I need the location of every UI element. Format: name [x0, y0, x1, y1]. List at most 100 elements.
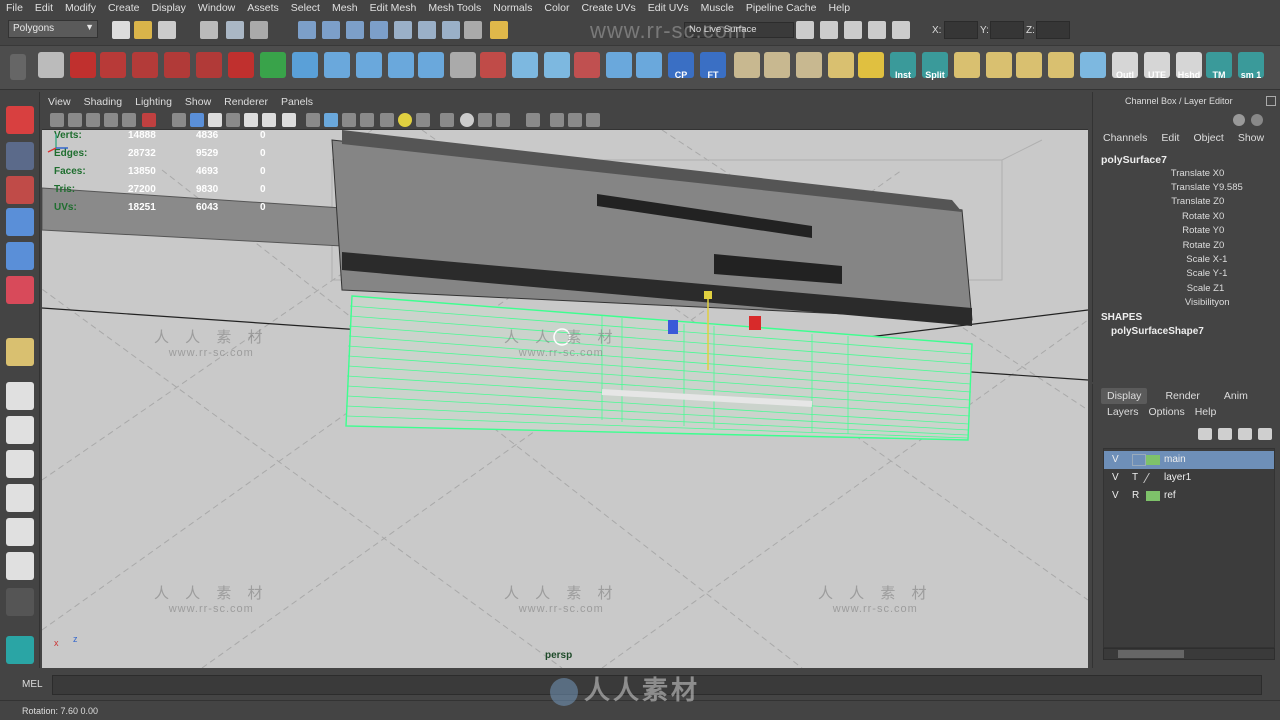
menu-pipeline-cache[interactable]: Pipeline Cache [746, 2, 817, 14]
shelf-tool-7-icon[interactable] [228, 52, 254, 78]
tab-render[interactable]: Render [1159, 388, 1205, 404]
float-panel-icon[interactable] [1266, 96, 1276, 106]
layout-outliner-icon[interactable] [6, 450, 34, 478]
menu-assets[interactable]: Assets [247, 2, 279, 14]
shelf-tool-27-icon[interactable] [858, 52, 884, 78]
shelf-tool-20-icon[interactable] [636, 52, 662, 78]
attr-translate-y[interactable]: Translate Y 9.585 [1101, 182, 1277, 196]
layer-visibility-toggle[interactable]: V [1112, 454, 1119, 465]
menu-display[interactable]: Display [151, 2, 185, 14]
cb-menu-show[interactable]: Show [1238, 132, 1264, 144]
grid-icon[interactable] [172, 113, 186, 127]
shelf-tool-18-icon[interactable] [574, 52, 600, 78]
attr-visibility[interactable]: Visibility on [1101, 297, 1277, 311]
perspective-viewport[interactable]: Verts: 14888 4836 0 Edges: 28732 9529 0 … [42, 130, 1088, 668]
depth-of-field-icon[interactable] [496, 113, 510, 127]
new-layer-icon[interactable] [1238, 428, 1252, 440]
shadows-icon[interactable] [416, 113, 430, 127]
image-plane-icon[interactable] [104, 113, 118, 127]
menu-muscle[interactable]: Muscle [701, 2, 734, 14]
shelf-tool-31-icon[interactable] [986, 52, 1012, 78]
layout-hypershade-icon[interactable] [6, 518, 34, 546]
motion-blur-icon[interactable] [460, 113, 474, 127]
ambient-occlusion-icon[interactable] [440, 113, 454, 127]
menu-edit-mesh[interactable]: Edit Mesh [370, 2, 417, 14]
select-tool-icon[interactable] [6, 106, 34, 134]
select-component-icon[interactable] [250, 21, 268, 39]
multisample-icon[interactable] [478, 113, 492, 127]
menu-mesh-tools[interactable]: Mesh Tools [428, 2, 481, 14]
attr-scale-x[interactable]: Scale X -1 [1101, 254, 1277, 268]
two-d-pan-icon[interactable] [122, 113, 136, 127]
xray-joints-icon[interactable] [568, 113, 582, 127]
layer-type-toggle[interactable]: T [1132, 472, 1138, 483]
layer-color-swatch[interactable] [1146, 491, 1160, 501]
attr-value[interactable]: 0 [1219, 196, 1224, 207]
smooth-shade-icon[interactable] [324, 113, 338, 127]
attr-translate-x[interactable]: Translate X0 [1101, 168, 1277, 182]
shelf-tool-1-icon[interactable] [38, 52, 64, 78]
panel-menu-shading[interactable]: Shading [84, 96, 123, 108]
panel-menu-view[interactable]: View [48, 96, 71, 108]
shelf-tool-13-icon[interactable] [418, 52, 444, 78]
shelf-tool-4-icon[interactable] [132, 52, 158, 78]
layer-color-swatch[interactable] [1146, 455, 1160, 465]
attr-scale-y[interactable]: Scale Y -1 [1101, 268, 1277, 282]
manipulator-x-handle[interactable] [749, 316, 761, 330]
use-lights-icon[interactable] [398, 113, 412, 127]
z-field[interactable] [1036, 21, 1070, 39]
shelf-tool-26-icon[interactable] [828, 52, 854, 78]
cb-menu-channels[interactable]: Channels [1103, 132, 1147, 144]
selected-object-name[interactable]: polySurface7 [1101, 154, 1167, 166]
snap-point-icon[interactable] [346, 21, 364, 39]
wireframe-icon[interactable] [306, 113, 320, 127]
menu-edit[interactable]: Edit [35, 2, 53, 14]
grease-pencil-icon[interactable] [142, 113, 156, 127]
layout-custom-icon[interactable] [6, 588, 34, 616]
shelf-tool-6-icon[interactable] [196, 52, 222, 78]
shelf-tool-25-icon[interactable] [796, 52, 822, 78]
question-icon[interactable] [464, 21, 482, 39]
safe-action-icon[interactable] [262, 113, 276, 127]
manipulator-y-handle[interactable] [704, 291, 712, 299]
shelf-tool-17-icon[interactable] [544, 52, 570, 78]
layer-color-swatch[interactable] [1143, 473, 1163, 483]
shelf-tool-15-icon[interactable] [480, 52, 506, 78]
save-scene-icon[interactable] [158, 21, 176, 39]
manipulator-z-handle[interactable] [668, 320, 678, 334]
attr-rotate-z[interactable]: Rotate Z0 [1101, 240, 1277, 254]
attr-value[interactable]: -1 [1219, 254, 1227, 265]
tab-anim[interactable]: Anim [1218, 388, 1254, 404]
panel-menu-show[interactable]: Show [185, 96, 211, 108]
move-layer-down-icon[interactable] [1218, 428, 1232, 440]
move-tool-icon[interactable] [6, 208, 34, 236]
rotate-tool-icon[interactable] [6, 242, 34, 270]
attr-translate-z[interactable]: Translate Z0 [1101, 196, 1277, 210]
layer-row-ref[interactable]: V R ref [1104, 487, 1274, 505]
render-current-icon[interactable] [820, 21, 838, 39]
layer-name[interactable]: main [1164, 454, 1186, 465]
snap-view-plane-icon[interactable] [370, 21, 388, 39]
shelf-tool-2-icon[interactable] [70, 52, 96, 78]
field-chart-icon[interactable] [244, 113, 258, 127]
y-field[interactable] [990, 21, 1024, 39]
render-view-icon[interactable] [796, 21, 814, 39]
menu-edit-uvs[interactable]: Edit UVs [648, 2, 689, 14]
paint-select-icon[interactable] [6, 176, 34, 204]
wireframe-on-shaded-icon[interactable] [360, 113, 374, 127]
layout-single-icon[interactable] [6, 382, 34, 410]
snap-grid-icon[interactable] [298, 21, 316, 39]
resolution-gate-icon[interactable] [208, 113, 222, 127]
attr-rotate-x[interactable]: Rotate X0 [1101, 211, 1277, 225]
menu-create[interactable]: Create [108, 2, 140, 14]
shelf-tool-23-icon[interactable] [734, 52, 760, 78]
channel-box-toggle-icon[interactable] [1233, 114, 1245, 126]
cb-menu-object[interactable]: Object [1193, 132, 1223, 144]
new-scene-icon[interactable] [112, 21, 130, 39]
camera-select-icon[interactable] [50, 113, 64, 127]
attr-value[interactable]: 0 [1219, 211, 1224, 222]
film-gate-icon[interactable] [190, 113, 204, 127]
menu-modify[interactable]: Modify [65, 2, 96, 14]
isolate-select-icon[interactable] [526, 113, 540, 127]
menu-normals[interactable]: Normals [493, 2, 532, 14]
